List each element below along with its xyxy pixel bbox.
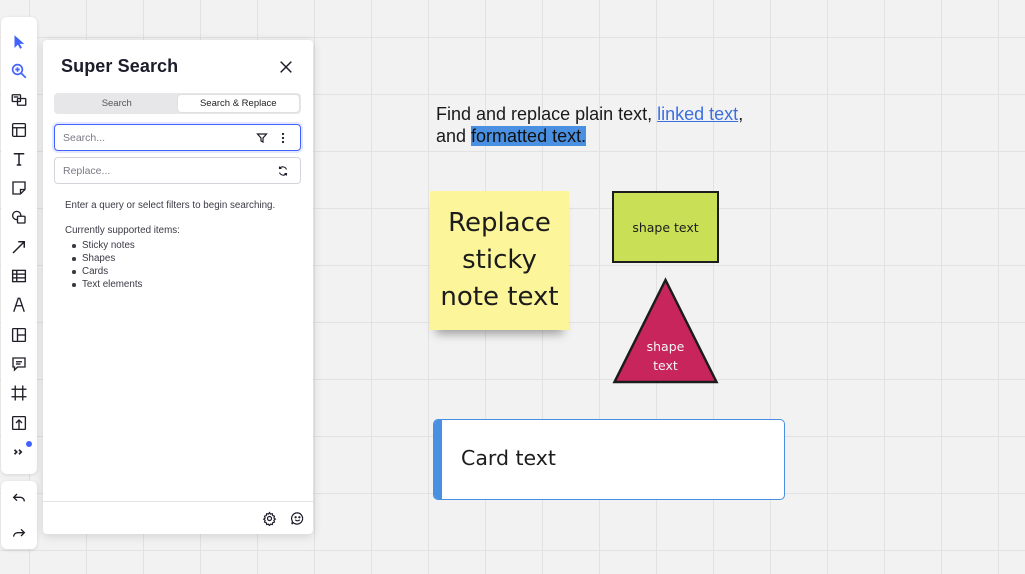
arrow-icon <box>12 240 25 254</box>
filter-button[interactable] <box>253 129 271 147</box>
double-chevron-icon <box>13 448 23 455</box>
rectangle-shape[interactable]: shape text <box>612 191 719 263</box>
upload-icon <box>11 415 27 430</box>
settings-button[interactable] <box>259 508 279 528</box>
canvas-text-element[interactable]: Find and replace plain text, linked text… <box>436 103 796 147</box>
chat-smile-icon <box>290 511 303 525</box>
sticky-note-text: Replace sticky note text <box>440 208 559 312</box>
frame-tool[interactable] <box>5 379 33 408</box>
supported-items-list: Sticky notes Shapes Cards Text elements <box>71 239 143 291</box>
comment-icon <box>12 357 26 372</box>
list-item: Text elements <box>71 279 143 290</box>
sticky-note[interactable]: Replace sticky note text <box>430 191 569 330</box>
history-toolbar <box>1 481 37 549</box>
sticky-note-icon <box>12 181 26 195</box>
close-icon <box>280 61 292 73</box>
search-field <box>54 124 301 151</box>
more-apps-tool[interactable] <box>5 437 33 466</box>
list-item: Sticky notes <box>71 239 142 252</box>
card-accent-bar <box>434 420 442 499</box>
replace-field <box>54 157 301 184</box>
notification-dot <box>26 441 32 448</box>
triangle-text-line1: shape <box>646 339 685 354</box>
tab-search[interactable]: Search <box>56 95 178 112</box>
redo-icon <box>13 528 26 537</box>
shapes-icon <box>11 211 26 225</box>
card[interactable]: Card text <box>433 419 785 500</box>
layout-icon <box>11 122 27 137</box>
kanban-icon <box>11 327 27 342</box>
sticky-note-tool[interactable] <box>5 173 33 202</box>
plain-text-and: and <box>436 126 472 146</box>
magnifier-icon <box>11 63 27 79</box>
plain-text-comma: , <box>738 104 744 124</box>
table-tool[interactable] <box>5 261 33 290</box>
templates-icon <box>11 94 27 107</box>
formatted-text: formatted text. <box>471 126 587 146</box>
shapes-tool[interactable] <box>5 203 33 232</box>
panel-footer <box>43 501 313 534</box>
vertical-dots-icon <box>281 132 285 143</box>
triangle-text-line2: text <box>653 358 678 373</box>
card-title: Card text <box>461 446 556 470</box>
connection-line-tool[interactable] <box>5 232 33 261</box>
table-icon <box>11 269 27 283</box>
supported-items-title: Currently supported items: <box>65 225 180 236</box>
replace-all-button[interactable] <box>274 162 292 180</box>
undo-button[interactable] <box>5 484 33 512</box>
select-tool[interactable] <box>5 27 33 56</box>
text-icon <box>13 152 25 166</box>
filter-icon <box>256 132 268 143</box>
replace-icon <box>278 165 288 176</box>
text-tool[interactable] <box>5 144 33 173</box>
cursor-icon <box>14 34 25 49</box>
replace-input[interactable] <box>63 164 271 177</box>
list-item: Cards <box>71 265 142 278</box>
search-mode-tabs: Search Search & Replace <box>54 93 301 114</box>
search-input[interactable] <box>63 131 250 144</box>
upload-tool[interactable] <box>5 408 33 437</box>
tab-search-replace[interactable]: Search & Replace <box>177 95 299 112</box>
triangle-shape[interactable]: shape text <box>612 277 719 384</box>
panel-title: Super Search <box>61 56 179 76</box>
list-item: Shapes <box>71 252 142 265</box>
close-button[interactable] <box>275 56 297 78</box>
frame-icon <box>11 385 27 401</box>
more-options-button[interactable] <box>274 129 292 147</box>
pen-icon <box>13 297 25 313</box>
redo-button[interactable] <box>5 518 33 546</box>
triangle-shape-text: shape text <box>612 337 719 375</box>
undo-icon <box>12 493 25 502</box>
comment-tool[interactable] <box>5 349 33 378</box>
super-search-tool[interactable] <box>5 56 33 85</box>
super-search-panel: Super Search Search Search & Replace Ent… <box>43 40 313 534</box>
frames-layout-tool[interactable] <box>5 115 33 144</box>
plain-text: Find and replace plain text, <box>436 104 658 124</box>
templates-tool[interactable] <box>5 86 33 115</box>
main-toolbar <box>1 17 37 474</box>
kanban-tool[interactable] <box>5 320 33 349</box>
feedback-button[interactable] <box>287 508 307 528</box>
rectangle-shape-text: shape text <box>632 219 699 235</box>
linked-text[interactable]: linked text <box>657 104 738 124</box>
pen-tool[interactable] <box>5 291 33 320</box>
search-hint: Enter a query or select filters to begin… <box>65 200 276 211</box>
gear-icon <box>262 510 276 526</box>
